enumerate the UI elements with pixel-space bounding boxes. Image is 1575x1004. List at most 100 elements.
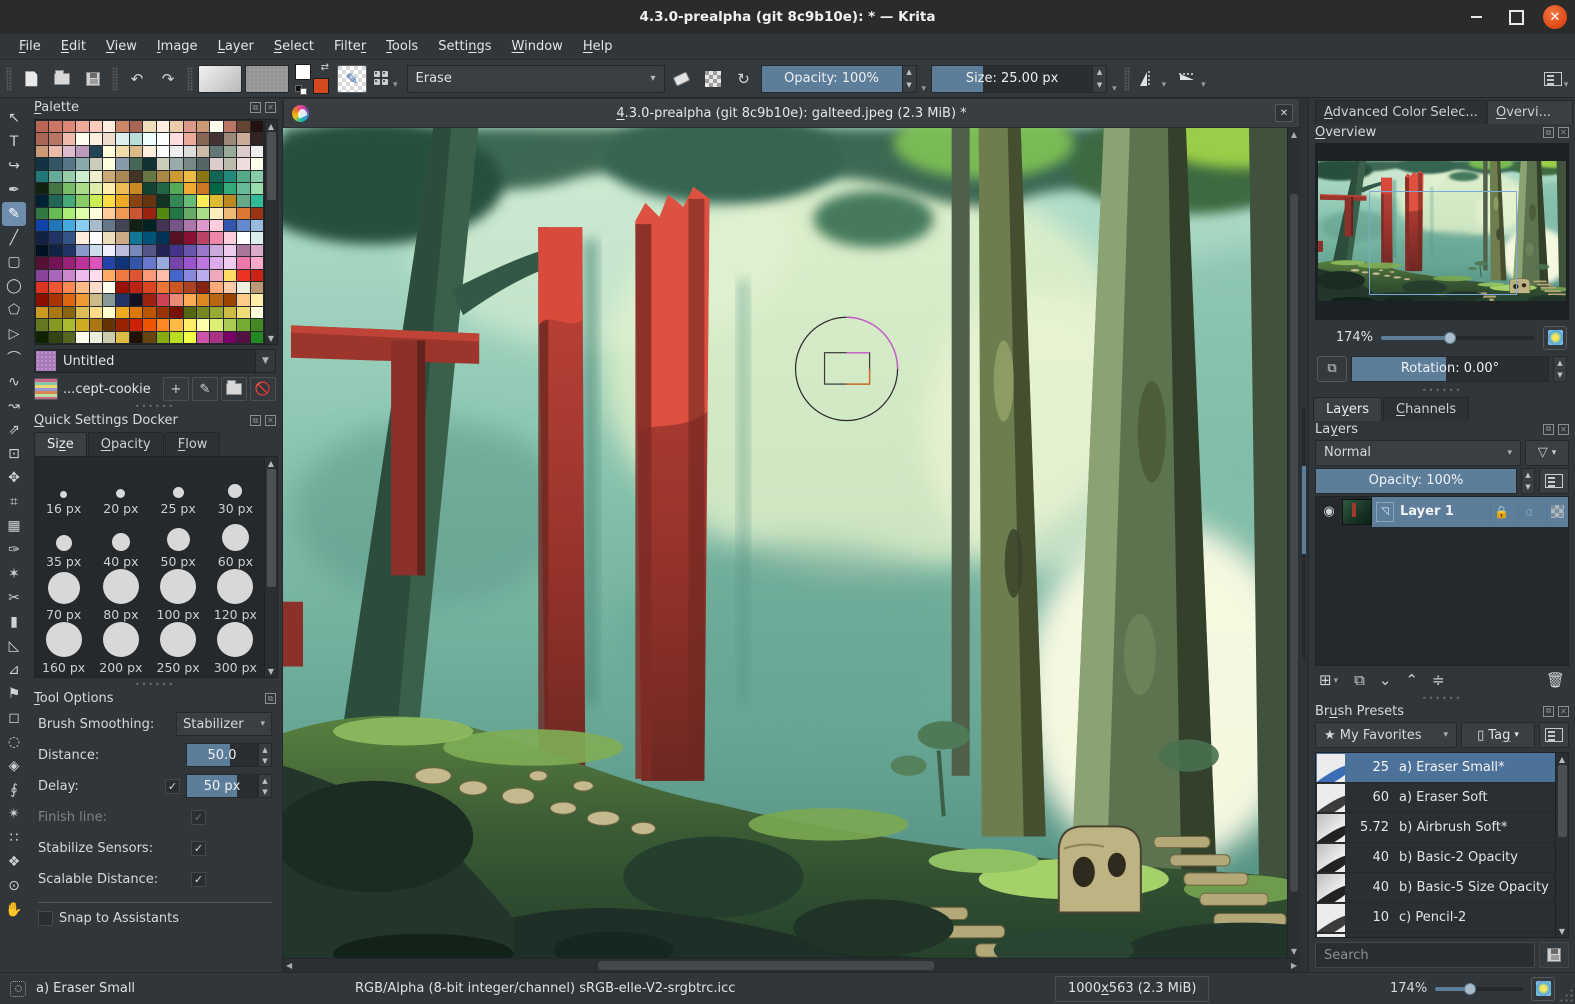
reference-images-tool[interactable]: ⚑ — [2, 682, 26, 706]
palette-swatch[interactable] — [196, 195, 210, 207]
palette-swatch[interactable] — [156, 182, 170, 195]
palette-swatch[interactable] — [103, 282, 116, 294]
palette-swatch[interactable] — [49, 331, 62, 343]
layer-thumbnail[interactable] — [1342, 498, 1372, 525]
palette-swatch[interactable] — [183, 257, 196, 269]
palette-swatch[interactable] — [250, 207, 263, 220]
brush-size-option[interactable]: 100 px — [150, 569, 207, 622]
select-shapes-tool[interactable]: ↖ — [2, 106, 26, 130]
overview-pin-button[interactable] — [1543, 325, 1567, 350]
palette-swatch[interactable] — [223, 244, 237, 257]
assistants-tool[interactable]: ⊿ — [2, 658, 26, 682]
palette-swatch[interactable] — [223, 145, 237, 158]
add-layer-button[interactable]: ⊞ ▾ — [1319, 671, 1340, 689]
brush-size-option[interactable]: 160 px — [35, 622, 92, 675]
palette-swatch[interactable] — [129, 133, 143, 145]
palette-swatch[interactable] — [183, 331, 196, 343]
palette-swatch[interactable] — [129, 121, 143, 133]
add-swatch-button[interactable]: + — [163, 377, 189, 401]
delay-slider[interactable]: 50 px — [186, 774, 258, 798]
canvas[interactable] — [283, 128, 1287, 958]
palette-swatch[interactable] — [49, 121, 62, 133]
docker-splitter[interactable]: •••••• — [28, 402, 282, 411]
palette-swatch[interactable] — [36, 158, 49, 170]
palette-swatch[interactable] — [103, 207, 116, 220]
palette-swatch[interactable] — [116, 220, 129, 232]
palette-swatch[interactable] — [223, 195, 237, 207]
palette-swatch[interactable] — [116, 158, 129, 170]
brush-size-option[interactable]: 20 px — [92, 463, 149, 516]
chevron-down-icon[interactable]: ▾ — [920, 84, 929, 94]
palette-swatch[interactable] — [250, 133, 263, 145]
palette-swatch[interactable] — [210, 294, 223, 306]
opacity-slider[interactable]: Opacity: 100% ▲ ▼ — [760, 64, 917, 93]
palette-swatch[interactable] — [183, 282, 196, 294]
palette-swatch[interactable] — [250, 319, 263, 331]
palette-swatch[interactable] — [196, 133, 210, 145]
palette-swatch[interactable] — [49, 220, 62, 232]
palette-swatch[interactable] — [129, 331, 143, 343]
polyline-tool[interactable]: ▷ — [2, 322, 26, 346]
palette-swatch[interactable] — [170, 306, 183, 319]
canvas-close-button[interactable]: ✕ — [1275, 104, 1293, 122]
gradient-tool[interactable]: ▦ — [2, 514, 26, 538]
palette-swatch[interactable] — [89, 121, 103, 133]
palette-swatch[interactable] — [156, 306, 170, 319]
palette-swatch[interactable] — [237, 232, 250, 244]
canvas-tabbar[interactable]: 4.3.0-prealpha (git 8c9b10e): galteed.jp… — [283, 98, 1300, 128]
brush-smoothing-combo[interactable]: Stabilizer ▾ — [176, 712, 272, 736]
layer-row[interactable]: ◉ ◹ Layer 1 🔒 α — [1316, 496, 1568, 527]
statusbar-zoom-slider[interactable] — [1435, 982, 1523, 995]
close-docker-icon[interactable]: ✕ — [265, 415, 276, 426]
brush-preset-row[interactable]: 60 a) Eraser Soft — [1316, 783, 1555, 813]
palette-swatch[interactable] — [89, 158, 103, 170]
palette-swatch[interactable] — [156, 121, 170, 133]
palette-swatch[interactable] — [89, 257, 103, 269]
palette-swatch[interactable] — [156, 269, 170, 282]
palette-swatch[interactable] — [250, 331, 263, 343]
palette-swatch[interactable] — [210, 232, 223, 244]
smart-patch-tool[interactable]: ✂ — [2, 586, 26, 610]
palette-swatch[interactable] — [76, 319, 89, 331]
palette-swatch[interactable] — [143, 282, 156, 294]
palette-swatch[interactable] — [210, 182, 223, 195]
delay-spinner[interactable]: ▲ ▼ — [258, 774, 272, 798]
mirror-view-button[interactable]: ⧉ — [1317, 355, 1347, 382]
palette-swatch[interactable] — [36, 220, 49, 232]
palette-swatch[interactable] — [223, 207, 237, 220]
menu-tools[interactable]: Tools — [377, 36, 427, 57]
mirror-vertical-button[interactable]: ▾ — [1135, 65, 1172, 93]
close-docker-icon[interactable]: ✕ — [1558, 423, 1569, 435]
palette-swatch[interactable] — [62, 319, 76, 331]
brush-preset-row[interactable]: 5.72 b) Airbrush Soft* — [1316, 813, 1555, 843]
brush-size-option[interactable]: 120 px — [207, 569, 264, 622]
scroll-up-icon[interactable]: ▲ — [1288, 130, 1300, 139]
size-slider[interactable]: Size: 25.00 px ▲ ▼ — [931, 64, 1108, 93]
transform-tool[interactable]: ⊡ — [2, 442, 26, 466]
palette-swatch[interactable] — [129, 319, 143, 331]
palette-swatch[interactable] — [62, 257, 76, 269]
maximize-button[interactable] — [1503, 4, 1529, 30]
palette-swatch[interactable] — [103, 319, 116, 331]
freehand-brush-tool[interactable]: ✎ — [2, 202, 26, 226]
show-docker-button[interactable]: ▾ — [1543, 65, 1571, 93]
tab-flow[interactable]: Flow — [164, 432, 221, 456]
brush-size-option[interactable]: 25 px — [150, 463, 207, 516]
palette-swatch[interactable] — [210, 257, 223, 269]
palette-swatch[interactable] — [237, 257, 250, 269]
palette-swatch[interactable] — [250, 195, 263, 207]
palette-swatch[interactable] — [250, 220, 263, 232]
palette-swatch[interactable] — [156, 220, 170, 232]
palette-swatch[interactable] — [250, 145, 263, 158]
palette-swatch[interactable] — [62, 269, 76, 282]
palette-swatch[interactable] — [156, 170, 170, 182]
float-docker-icon[interactable]: ⧉ — [1543, 423, 1554, 435]
reload-preset-button[interactable]: ↻ — [730, 65, 758, 93]
edit-shapes-tool[interactable]: ↪ — [2, 154, 26, 178]
palette-swatch[interactable] — [76, 244, 89, 257]
palette-swatch[interactable] — [170, 133, 183, 145]
brush-size-option[interactable]: 300 px — [207, 622, 264, 675]
chevron-down-icon[interactable]: ▾ — [1110, 84, 1119, 94]
palette-swatch[interactable] — [89, 306, 103, 319]
palette-swatch[interactable] — [237, 170, 250, 182]
